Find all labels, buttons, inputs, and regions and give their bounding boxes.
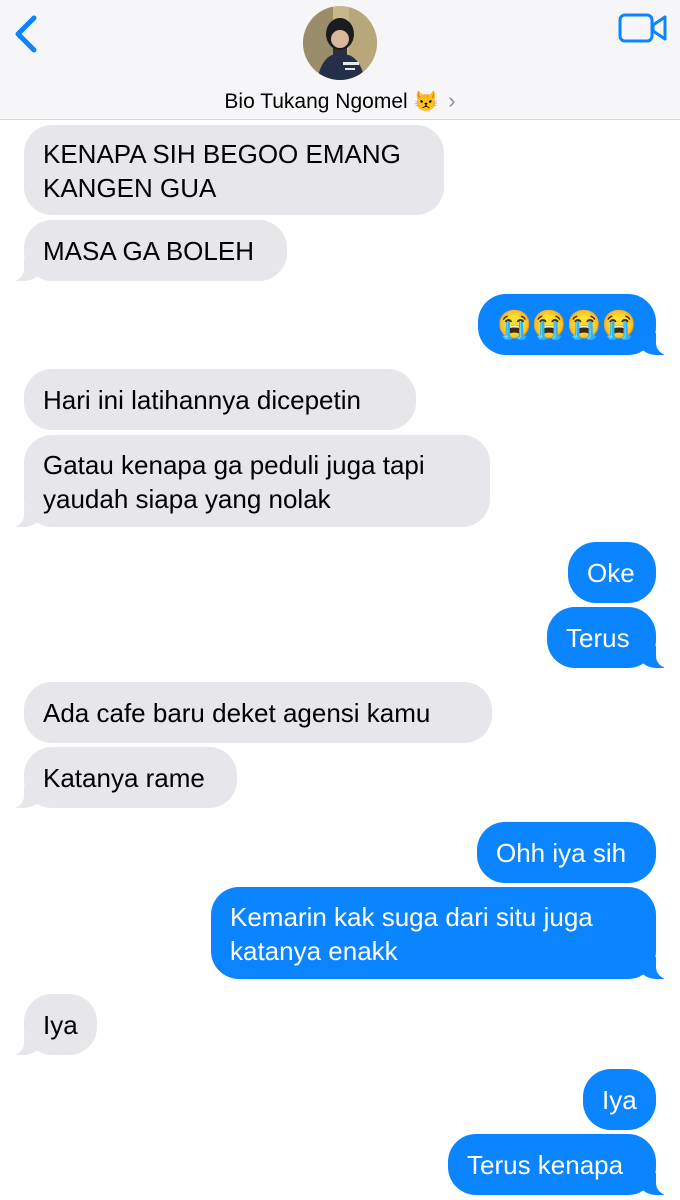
message-bubble-outgoing[interactable]: Terus kenapa: [448, 1134, 678, 1195]
message-text: yaudah siapa yang nolak: [43, 484, 331, 514]
video-call-button[interactable]: [618, 12, 668, 44]
message-text: MASA GA BOLEH: [43, 236, 254, 266]
message-bubble-outgoing[interactable]: Ohh iya sih: [477, 822, 656, 883]
message-text: Iya: [602, 1085, 637, 1115]
avatar-photo: [303, 6, 377, 80]
chevron-left-icon: [15, 15, 37, 53]
chevron-right-icon: ›: [448, 88, 456, 113]
message-text: Hari ini latihannya dicepetin: [43, 385, 361, 415]
message-bubble-incoming[interactable]: KENAPA SIH BEGOO EMANG KANGEN GUA: [24, 125, 444, 215]
message-bubble-incoming[interactable]: Katanya rame: [2, 747, 237, 808]
message-bubble-outgoing[interactable]: Terus: [547, 607, 678, 668]
message-text: KENAPA SIH BEGOO EMANG: [43, 139, 401, 169]
video-camera-icon: [618, 13, 667, 43]
back-button[interactable]: [6, 12, 50, 56]
message-bubble-outgoing[interactable]: Oke: [568, 542, 656, 603]
message-bubble-outgoing[interactable]: Kemarin kak suga dari situ juga katanya …: [211, 887, 678, 979]
contact-avatar[interactable]: [303, 6, 377, 80]
message-text: Ada cafe baru deket agensi kamu: [43, 698, 431, 728]
message-text: Gatau kenapa ga peduli juga tapi: [43, 450, 425, 480]
message-text: Iya: [43, 1010, 78, 1040]
message-text: Terus: [566, 623, 630, 653]
message-bubble-incoming[interactable]: Gatau kenapa ga peduli juga tapi yaudah …: [2, 435, 490, 527]
message-text: 😭😭😭😭: [497, 309, 637, 340]
message-text: KANGEN GUA: [43, 173, 217, 203]
message-bubble-incoming[interactable]: Iya: [2, 994, 97, 1055]
conversation-header: Bio Tukang Ngomel 😾 ›: [0, 0, 680, 120]
message-thread[interactable]: KENAPA SIH BEGOO EMANG KANGEN GUA MASA G…: [0, 0, 680, 1200]
contact-emoji: 😾: [413, 91, 439, 113]
contact-name[interactable]: Bio Tukang Ngomel 😾 ›: [0, 88, 680, 114]
message-text: Kemarin kak suga dari situ juga: [230, 902, 593, 932]
message-bubble-outgoing[interactable]: Iya: [583, 1069, 656, 1130]
message-text: katanya enakk: [230, 936, 398, 966]
message-text: Ohh iya sih: [496, 838, 627, 868]
contact-name-label: Bio Tukang Ngomel: [224, 90, 408, 113]
message-bubble-incoming[interactable]: Hari ini latihannya dicepetin: [24, 369, 416, 430]
message-bubble-outgoing[interactable]: 😭😭😭😭: [478, 294, 678, 355]
message-text: Katanya rame: [43, 763, 205, 793]
message-bubble-incoming[interactable]: MASA GA BOLEH: [2, 220, 287, 281]
message-bubble-incoming[interactable]: Ada cafe baru deket agensi kamu: [24, 682, 492, 743]
message-text: Oke: [587, 558, 635, 588]
message-text: Terus kenapa: [467, 1150, 624, 1180]
